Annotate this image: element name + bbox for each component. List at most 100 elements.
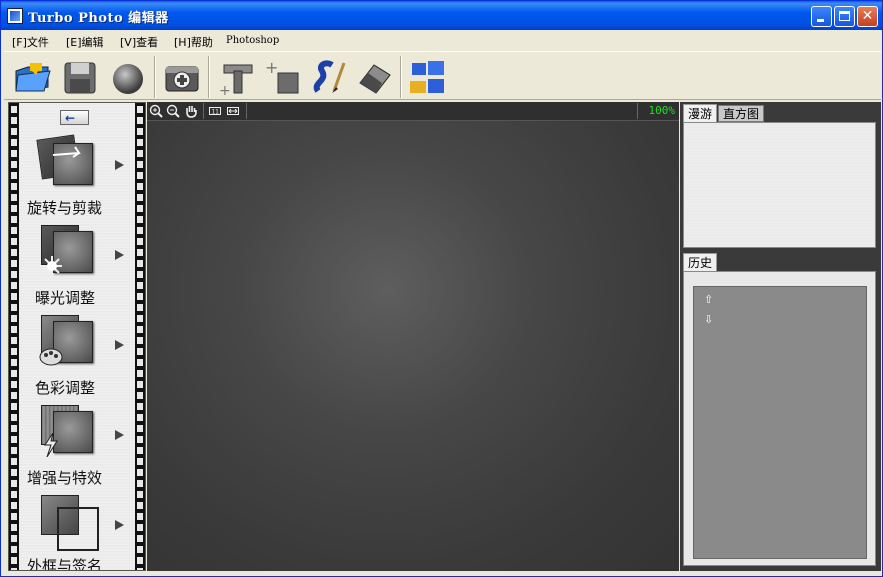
menu-photoshop[interactable]: Photoshop bbox=[226, 35, 279, 46]
app-logo-icon[interactable] bbox=[7, 8, 23, 24]
film-hole bbox=[137, 172, 143, 179]
brush-button[interactable] bbox=[308, 57, 348, 97]
film-hole bbox=[137, 414, 143, 421]
film-hole bbox=[137, 392, 143, 399]
film-hole bbox=[11, 315, 17, 322]
menu-help[interactable]: [H]帮助 bbox=[174, 34, 213, 50]
maximize-button[interactable] bbox=[834, 6, 855, 27]
film-hole bbox=[11, 172, 17, 179]
tool-color[interactable]: 色彩调整 bbox=[19, 313, 135, 403]
film-hole bbox=[11, 161, 17, 168]
zoom-out-icon[interactable] bbox=[166, 104, 180, 118]
toolbar-separator bbox=[203, 103, 204, 119]
tool-frame[interactable]: 外框与签名 bbox=[19, 493, 135, 570]
navigator-view[interactable] bbox=[683, 122, 876, 248]
film-hole bbox=[137, 491, 143, 498]
film-hole bbox=[11, 227, 17, 234]
hand-icon[interactable] bbox=[184, 104, 198, 118]
text-tool-icon: + bbox=[219, 64, 253, 99]
film-hole bbox=[137, 216, 143, 223]
close-button[interactable]: ✕ bbox=[857, 6, 878, 27]
windows-button[interactable] bbox=[408, 57, 448, 97]
minimize-button[interactable] bbox=[811, 6, 832, 27]
canvas-toolbar: 11 100% bbox=[147, 102, 679, 121]
film-hole bbox=[11, 568, 17, 570]
scroll-down-icon[interactable]: ⇩ bbox=[704, 314, 713, 325]
text-button[interactable]: + bbox=[216, 57, 256, 99]
minimize-icon bbox=[817, 19, 824, 22]
film-strip-left bbox=[9, 103, 19, 570]
svg-text:11: 11 bbox=[212, 109, 220, 116]
save-disk-icon bbox=[64, 62, 96, 94]
film-hole bbox=[137, 381, 143, 388]
film-hole bbox=[137, 161, 143, 168]
expand-arrow-icon[interactable] bbox=[115, 340, 124, 350]
film-hole bbox=[137, 359, 143, 366]
film-hole bbox=[137, 150, 143, 157]
camera-button[interactable] bbox=[162, 57, 202, 97]
film-hole bbox=[11, 491, 17, 498]
image-canvas[interactable]: 11 100% bbox=[147, 102, 679, 571]
film-hole bbox=[11, 183, 17, 190]
film-hole bbox=[11, 414, 17, 421]
film-hole bbox=[137, 194, 143, 201]
tool-exposure[interactable]: 曝光调整 bbox=[19, 223, 135, 313]
film-hole bbox=[11, 392, 17, 399]
film-hole bbox=[137, 106, 143, 113]
film-hole bbox=[137, 337, 143, 344]
film-hole bbox=[137, 304, 143, 311]
svg-text:+: + bbox=[265, 58, 278, 77]
menu-view[interactable]: [V]查看 bbox=[120, 34, 158, 50]
open-button[interactable] bbox=[12, 57, 52, 97]
fit-width-icon[interactable] bbox=[226, 104, 240, 118]
expand-arrow-icon[interactable] bbox=[115, 160, 124, 170]
maximize-icon bbox=[839, 11, 850, 21]
film-hole bbox=[11, 205, 17, 212]
tab-histogram[interactable]: 直方图 bbox=[718, 105, 765, 122]
tab-history[interactable]: 历史 bbox=[683, 253, 718, 271]
menu-edit[interactable]: [E]编辑 bbox=[66, 34, 104, 50]
add-image-button[interactable]: + bbox=[262, 57, 302, 97]
tool-rotate-crop[interactable]: 旋转与剪裁 bbox=[19, 133, 135, 223]
tab-navigator[interactable]: 漫游 bbox=[683, 104, 718, 122]
film-hole bbox=[137, 458, 143, 465]
expand-arrow-icon[interactable] bbox=[115, 250, 124, 260]
film-hole bbox=[11, 403, 17, 410]
film-hole bbox=[137, 557, 143, 564]
expand-arrow-icon[interactable] bbox=[115, 520, 124, 530]
expand-arrow-icon[interactable] bbox=[115, 430, 124, 440]
film-hole bbox=[11, 535, 17, 542]
actual-size-icon[interactable]: 11 bbox=[208, 104, 222, 118]
eraser-button[interactable] bbox=[354, 57, 394, 97]
tools-panel: ← 旋转与剪裁 曝光调整 色彩调整 增强与特效 外框与签名 bbox=[8, 102, 146, 571]
film-hole bbox=[137, 183, 143, 190]
film-hole bbox=[137, 271, 143, 278]
menu-file[interactable]: [F]文件 bbox=[12, 34, 49, 50]
app-window: Turbo Photo 编辑器 ✕ [F]文件 [E]编辑 [V]查看 [H]帮… bbox=[0, 0, 883, 577]
film-hole bbox=[137, 480, 143, 487]
sphere-button[interactable] bbox=[108, 57, 148, 97]
film-hole bbox=[137, 403, 143, 410]
film-hole bbox=[11, 216, 17, 223]
film-hole bbox=[11, 249, 17, 256]
history-list[interactable]: ⇧ ⇩ bbox=[693, 286, 867, 559]
zoom-in-icon[interactable] bbox=[149, 104, 163, 118]
scroll-up-icon[interactable]: ⇧ bbox=[704, 294, 713, 305]
window-title: Turbo Photo 编辑器 bbox=[28, 11, 169, 26]
main-toolbar: + + bbox=[4, 51, 881, 100]
save-button[interactable] bbox=[60, 57, 100, 97]
history-panel: ⇧ ⇩ bbox=[683, 271, 876, 566]
film-hole bbox=[137, 139, 143, 146]
tool-effects[interactable]: 增强与特效 bbox=[19, 403, 135, 493]
toolbar-separator bbox=[246, 103, 247, 119]
toolbar-separator bbox=[208, 56, 210, 98]
film-hole bbox=[11, 238, 17, 245]
film-hole bbox=[137, 546, 143, 553]
film-hole bbox=[137, 568, 143, 570]
title-bar[interactable]: Turbo Photo 编辑器 ✕ bbox=[1, 1, 882, 30]
svg-text:+: + bbox=[219, 83, 231, 97]
back-button[interactable]: ← bbox=[60, 110, 89, 125]
film-hole bbox=[137, 249, 143, 256]
eraser-icon bbox=[359, 64, 391, 94]
film-hole bbox=[137, 447, 143, 454]
